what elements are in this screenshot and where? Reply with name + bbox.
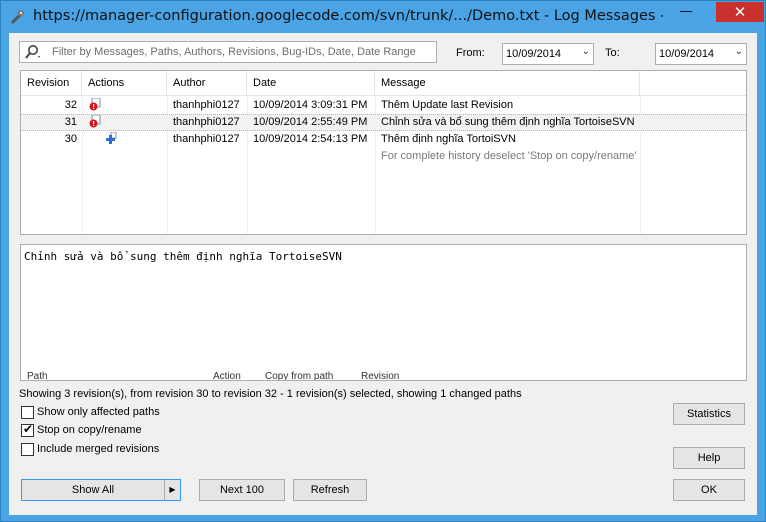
- tortoisesvn-icon: [11, 10, 24, 24]
- author-cell: thanhphi0127: [173, 99, 240, 111]
- revision-cell: 30: [64, 133, 77, 145]
- filter-placeholder: Filter by Messages, Paths, Authors, Revi…: [52, 46, 416, 58]
- message-textarea[interactable]: Chỉnh sửa và bổ sung thêm định nghĩa Tor…: [20, 244, 747, 373]
- chevron-down-icon[interactable]: ⌄: [735, 46, 743, 57]
- table-row[interactable]: 32 thanhphi0127 10/09/2014 3:09:31 PM Th…: [21, 97, 746, 114]
- chevron-down-icon[interactable]: ⌄: [582, 46, 590, 57]
- column-header-revision[interactable]: Revision: [21, 71, 82, 95]
- column-header-date[interactable]: Date: [247, 71, 375, 95]
- author-cell: thanhphi0127: [173, 133, 240, 145]
- from-label: From:: [456, 47, 485, 59]
- include-merged-revisions-label[interactable]: Include merged revisions: [37, 443, 159, 455]
- revision-cell: 31: [64, 116, 77, 128]
- column-header-actions[interactable]: Actions: [82, 71, 167, 95]
- revision-list[interactable]: Revision Actions Author Date Message 32: [20, 70, 747, 235]
- stop-on-copy-rename-label[interactable]: Stop on copy/rename: [37, 424, 142, 436]
- column-header-path[interactable]: Path: [27, 371, 48, 380]
- column-header-author[interactable]: Author: [167, 71, 247, 95]
- help-button[interactable]: Help: [673, 447, 745, 469]
- dialog-client-area: Filter by Messages, Paths, Authors, Revi…: [9, 33, 757, 515]
- column-header-copy-from-path[interactable]: Copy from path: [265, 371, 333, 380]
- history-hint: For complete history deselect 'Stop on c…: [381, 150, 637, 162]
- minimize-button[interactable]: —: [673, 2, 699, 22]
- table-row[interactable]: 30 thanhphi0127 10/09/2014 2:54:13 PM Th…: [21, 131, 746, 148]
- message-cell: Thêm Update last Revision: [381, 99, 514, 111]
- added-icon: [106, 132, 117, 144]
- column-header-revision[interactable]: Revision: [361, 371, 399, 380]
- table-row-selected[interactable]: 31 thanhphi0127 10/09/2014 2:55:49 PM Ch…: [21, 114, 746, 131]
- to-label: To:: [605, 47, 620, 59]
- date-cell: 10/09/2014 2:54:13 PM: [253, 133, 368, 145]
- changed-paths-list[interactable]: Path Action Copy from path Revision: [20, 369, 747, 381]
- ok-button[interactable]: OK: [673, 479, 745, 501]
- search-icon[interactable]: [24, 44, 40, 60]
- modified-icon: [89, 115, 101, 128]
- stop-on-copy-rename-checkbox[interactable]: ✔: [21, 422, 34, 437]
- refresh-button[interactable]: Refresh: [293, 479, 367, 501]
- close-button[interactable]: ✕: [716, 2, 764, 22]
- show-all-label[interactable]: Show All: [22, 480, 164, 500]
- from-date-picker[interactable]: 10/09/2014 ⌄: [502, 43, 594, 65]
- to-date-value: 10/09/2014: [659, 48, 715, 60]
- checkmark-icon: ✔: [23, 422, 34, 436]
- message-cell: Chỉnh sửa và bổ sung thêm định nghĩa Tor…: [381, 116, 635, 128]
- log-messages-window: https://manager-configuration.googlecode…: [0, 0, 766, 522]
- modified-icon: [89, 98, 101, 111]
- next-100-button[interactable]: Next 100: [199, 479, 285, 501]
- show-all-split-button[interactable]: Show All ▶: [21, 479, 181, 501]
- message-cell: Thêm định nghĩa TortoiSVN: [381, 133, 516, 145]
- revision-list-header: Revision Actions Author Date Message: [21, 71, 746, 96]
- column-header-message[interactable]: Message: [375, 71, 640, 95]
- title-bar[interactable]: https://manager-configuration.googlecode…: [1, 1, 765, 33]
- revision-cell: 32: [64, 99, 77, 111]
- window-title: https://manager-configuration.googlecode…: [33, 8, 663, 24]
- show-only-affected-paths-checkbox[interactable]: [21, 406, 34, 419]
- statistics-button[interactable]: Statistics: [673, 403, 745, 425]
- column-header-action[interactable]: Action: [213, 371, 241, 380]
- chevron-right-icon[interactable]: ▶: [164, 480, 180, 500]
- status-text: Showing 3 revision(s), from revision 30 …: [19, 388, 522, 400]
- date-cell: 10/09/2014 2:55:49 PM: [253, 116, 368, 128]
- list-hint-row: For complete history deselect 'Stop on c…: [21, 148, 746, 165]
- date-cell: 10/09/2014 3:09:31 PM: [253, 99, 368, 111]
- author-cell: thanhphi0127: [173, 116, 240, 128]
- to-date-picker[interactable]: 10/09/2014 ⌄: [655, 43, 747, 65]
- from-date-value: 10/09/2014: [506, 48, 562, 60]
- show-only-affected-paths-label[interactable]: Show only affected paths: [37, 406, 160, 418]
- message-text: Chỉnh sửa và bổ sung thêm định nghĩa Tor…: [24, 250, 342, 263]
- filter-input[interactable]: Filter by Messages, Paths, Authors, Revi…: [19, 41, 437, 63]
- include-merged-revisions-checkbox[interactable]: [21, 443, 34, 456]
